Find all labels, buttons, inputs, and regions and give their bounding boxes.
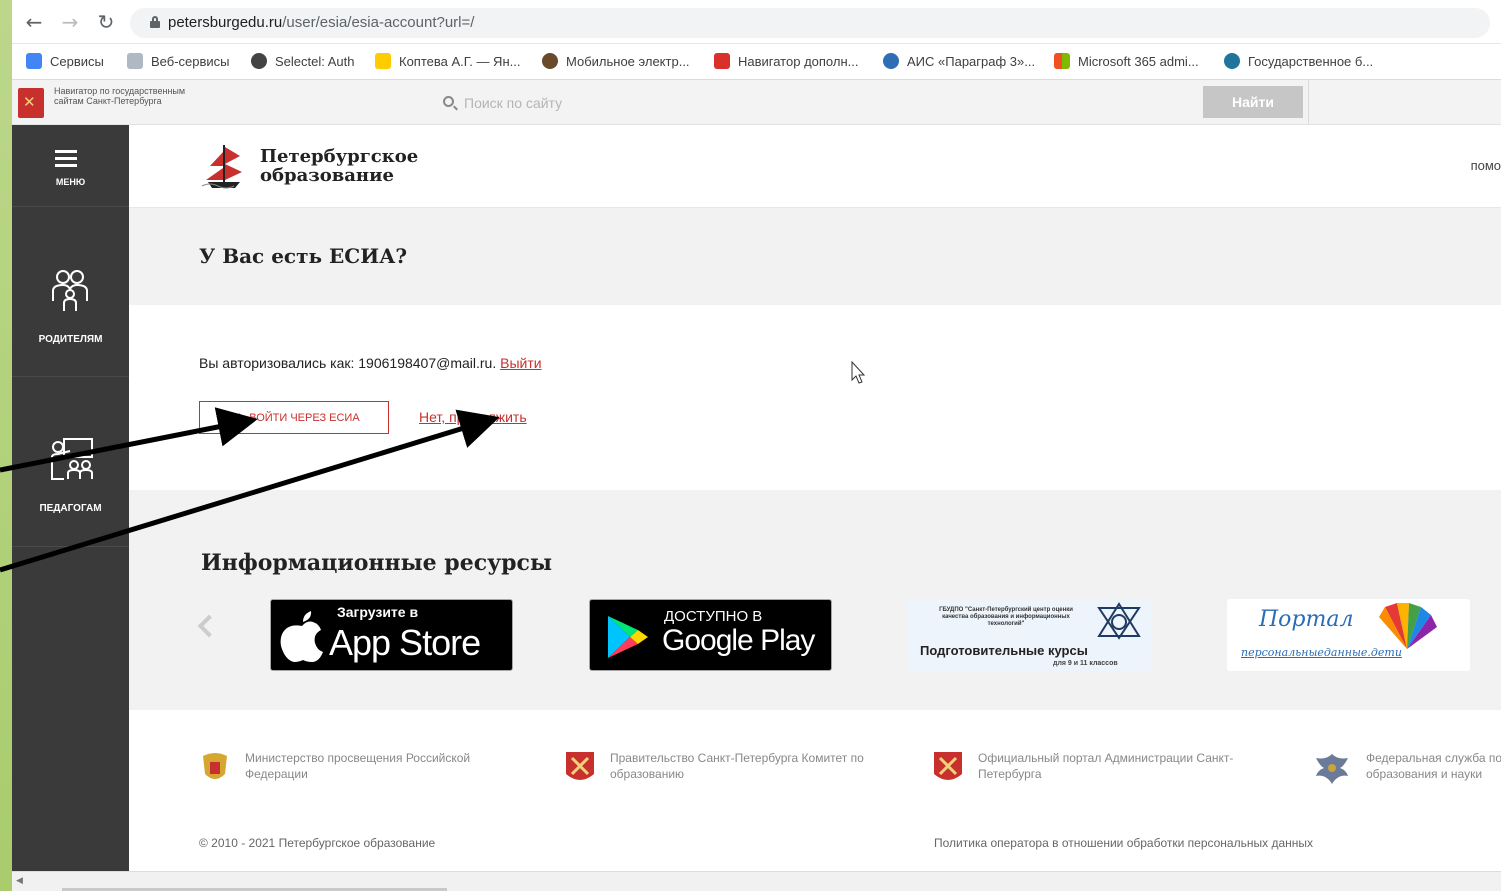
footer: Министерство просвещения Российской Феде… [129,710,1501,871]
portal-banner[interactable]: Портал персональныеданные.дети [1227,599,1470,671]
center-logo-icon [1097,602,1141,640]
googleplay-badge[interactable]: ДОСТУПНО В Google Play [589,599,832,671]
footer-link-ministry[interactable]: Министерство просвещения Российской Феде… [199,750,509,786]
parents-icon [52,270,88,311]
bookmark-item[interactable]: Selectel: Auth [251,53,355,69]
search-input[interactable] [464,90,1204,116]
appstore-big-label: App Store [329,622,481,663]
esia-login-button[interactable]: ДА, ВОЙТИ ЧЕРЕЗ ЕСИА [199,401,389,434]
back-icon[interactable]: ← [22,10,46,34]
appstore-small-label: Загрузите в [337,604,419,620]
search-button[interactable]: Найти [1203,86,1303,118]
bookmark-item[interactable]: Microsoft 365 admi... [1054,53,1199,69]
footer-link-text: Официальный портал Администрации Санкт-П… [978,751,1234,781]
sidebar-item-parents[interactable]: РОДИТЕЛЯМ [12,207,129,377]
lock-icon [150,16,160,28]
footer-link-government[interactable]: Правительство Санкт-Петербурга Комитет п… [564,750,864,786]
spb-coat-icon [566,752,594,780]
shield-icon [127,53,143,69]
footer-link-portal[interactable]: Официальный портал Администрации Санкт-П… [932,750,1262,786]
apple-icon [280,611,323,662]
forward-icon[interactable]: → [58,10,82,34]
divider [1308,80,1309,125]
site-favicon-icon [542,53,558,69]
footer-link-rosobrnadzor[interactable]: Федеральная служба по н образования и на… [1312,750,1501,786]
kursy-subtitle: для 9 и 11 классов [1053,660,1118,667]
bookmark-item[interactable]: Коптева А.Г. — Ян... [375,53,520,69]
page-title: У Вас есть ЕСИА? [199,244,408,268]
navigator-logo-text[interactable]: Навигатор по государственным сайтам Санк… [54,86,194,106]
googleplay-big-label: Google Play [662,624,815,657]
kursy-title: Подготовительные курсы [920,643,1088,658]
wordpress-icon [1224,53,1240,69]
kursy-header: ГБУДПО "Санкт-Петербургский центр оценки… [939,607,1073,627]
url-text: petersburgedu.ru/user/esia/esia-account?… [168,14,475,31]
footer-link-text: Правительство Санкт-Петербурга Комитет п… [610,751,864,781]
menu-icon [55,150,77,168]
privacy-policy-link[interactable]: Политика оператора в отношении обработки… [934,836,1313,850]
site-header: Петербургское образование помо [129,125,1501,208]
logout-link[interactable]: Выйти [500,355,541,371]
spb-coat-icon[interactable] [18,88,44,118]
chevron-left-icon[interactable] [197,614,221,638]
spb-coat-icon [934,752,962,780]
googleplay-small-label: ДОСТУПНО В [664,608,763,625]
copyright: © 2010 - 2021 Петербургское образование [199,836,436,850]
menu-button[interactable]: МЕНЮ [12,125,129,207]
horizontal-scrollbar[interactable]: ◀ [12,871,1501,891]
reload-icon[interactable]: ↻ [94,10,118,34]
footer-link-text: Федеральная служба по н образования и на… [1366,751,1501,781]
appstore-badge[interactable]: Загрузите в App Store [270,599,513,671]
sidebar-item-label: ПЕДАГОГАМ [39,503,102,514]
skip-link[interactable]: Нет, продолжить [419,409,527,425]
eagle-icon [1316,754,1348,784]
auth-section: Вы авторизовались как: 1906198407@mail.r… [129,305,1501,490]
portal-subtitle: персональныеданные.дети [1241,646,1402,659]
color-fan-icon [1379,603,1437,649]
microsoft-icon [1054,53,1070,69]
scroll-left-icon[interactable]: ◀ [16,875,23,886]
bookmarks-bar: Сервисы Веб-сервисы Selectel: Auth Копте… [12,44,1501,80]
kursy-banner[interactable]: ГБУДПО "Санкт-Петербургский центр оценки… [908,599,1151,671]
site-logo-title[interactable]: Петербургское образование [260,147,418,185]
bookmark-item[interactable]: Мобильное электр... [542,53,690,69]
bookmark-item[interactable]: АИС «Параграф 3»... [883,53,1035,69]
bookmark-item[interactable]: Сервисы [26,53,104,69]
auth-status-text: Вы авторизовались как: 1906198407@mail.r… [199,355,497,371]
google-play-icon [608,616,648,658]
resources-section: Информационные ресурсы Загрузите в App S… [129,490,1501,710]
main-content: Петербургское образование помо У Вас ест… [129,125,1501,871]
search-icon [443,96,454,107]
bookmark-item[interactable]: Навигатор дополн... [714,53,858,69]
portal-title: Портал [1259,607,1354,632]
spb-favicon-icon [714,53,730,69]
paragraph-favicon-icon [883,53,899,69]
bookmark-item[interactable]: Веб-сервисы [127,53,230,69]
help-link[interactable]: помо [1471,158,1501,173]
apps-icon [26,53,42,69]
bookmark-item[interactable]: Государственное б... [1224,53,1373,69]
address-bar: ← → ↻ petersburgedu.ru/user/esia/esia-ac… [12,0,1501,44]
navigator-header: Навигатор по государственным сайтам Санк… [12,80,1501,125]
teachers-icon [51,438,93,480]
sidebar-item-label: РОДИТЕЛЯМ [38,334,103,345]
auth-status: Вы авторизовались как: 1906198407@mail.r… [199,355,542,371]
esia-heading-band: У Вас есть ЕСИА? [129,208,1501,305]
url-field[interactable]: petersburgedu.ru/user/esia/esia-account?… [130,8,1490,38]
menu-label: МЕНЮ [55,177,86,187]
resources-title: Информационные ресурсы [201,550,553,576]
mouse-cursor-icon [851,361,866,384]
site-sidebar: МЕНЮ РОДИТЕЛЯМ ПЕДАГОГАМ [12,125,129,871]
mail-icon [375,53,391,69]
ship-logo-icon[interactable] [200,142,246,190]
emblem-russia-icon [203,753,227,779]
sidebar-item-teachers[interactable]: ПЕДАГОГАМ [12,377,129,547]
browser-window: ← → ↻ petersburgedu.ru/user/esia/esia-ac… [12,0,1501,891]
globe-icon [251,53,267,69]
footer-link-text: Министерство просвещения Российской Феде… [245,751,471,781]
